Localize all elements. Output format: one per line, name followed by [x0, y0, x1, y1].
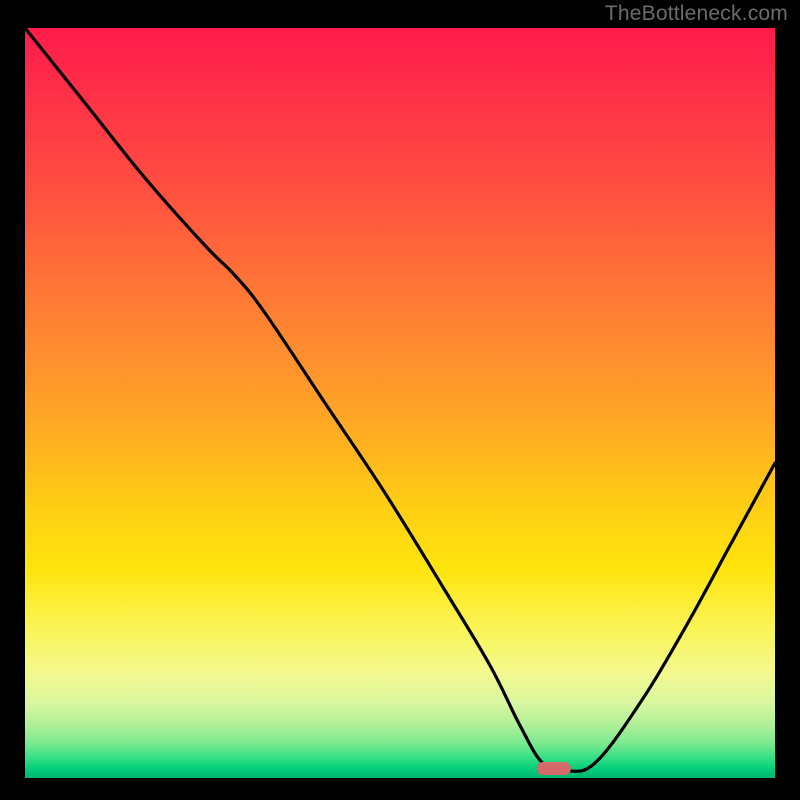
- optimum-marker: [537, 762, 571, 775]
- plot-area: [25, 28, 775, 778]
- chart-container: TheBottleneck.com: [0, 0, 800, 800]
- curve-svg: [25, 28, 775, 778]
- bottleneck-curve-path: [25, 28, 775, 771]
- watermark-text: TheBottleneck.com: [605, 2, 788, 26]
